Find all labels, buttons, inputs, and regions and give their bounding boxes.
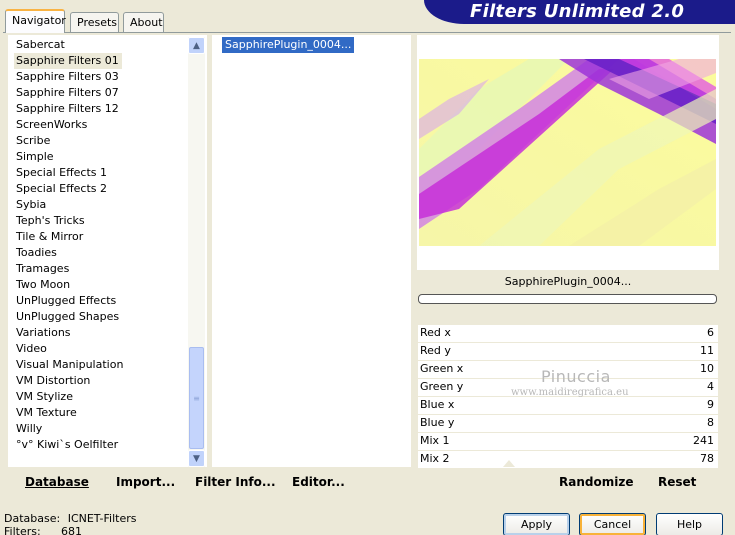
category-item[interactable]: Visual Manipulation	[14, 357, 126, 373]
scroll-up-button[interactable]: ▲	[188, 37, 205, 54]
slider-pointer-icon	[503, 460, 515, 467]
category-item[interactable]: Sapphire Filters 07	[14, 85, 122, 101]
watermark-name: Pinuccia	[541, 367, 611, 386]
preview-image	[419, 59, 716, 246]
import-button-label: Import...	[116, 475, 176, 489]
editor-button-label: Editor...	[292, 475, 345, 489]
category-item[interactable]: Variations	[14, 325, 74, 341]
reset-button[interactable]: Reset	[658, 475, 696, 489]
category-item[interactable]: ScreenWorks	[14, 117, 90, 133]
parameter-label: Mix 1	[420, 434, 450, 447]
category-item[interactable]: Sapphire Filters 12	[14, 101, 122, 117]
apply-button[interactable]: Apply	[503, 513, 570, 535]
category-item[interactable]: Sybia	[14, 197, 49, 213]
parameter-value: 9	[707, 398, 714, 411]
status-database-value: ICNET-Filters	[67, 512, 137, 525]
app-title: Filters Unlimited 2.0	[470, 1, 685, 22]
category-item[interactable]: UnPlugged Effects	[14, 293, 119, 309]
category-item[interactable]: Video	[14, 341, 50, 357]
import-button[interactable]: Import...	[116, 475, 175, 489]
category-item[interactable]: Special Effects 2	[14, 181, 110, 197]
status-database: Database: ICNET-Filters	[4, 512, 136, 525]
help-button-label: Help	[676, 518, 703, 531]
status-filters: Filters: 681	[4, 525, 82, 535]
parameter-value: 8	[707, 416, 714, 429]
category-item[interactable]: Willy	[14, 421, 45, 437]
database-button-label: Database	[25, 475, 89, 489]
category-item[interactable]: Sapphire Filters 01	[14, 53, 122, 69]
filter-list[interactable]	[212, 35, 411, 467]
category-item[interactable]: Teph's Tricks	[14, 213, 88, 229]
parameter-label: Red x	[420, 326, 451, 339]
apply-button-label: Apply	[520, 518, 553, 531]
category-item[interactable]: Scribe	[14, 133, 53, 149]
cancel-button-label: Cancel	[593, 518, 632, 531]
chevron-down-icon: ▼	[193, 453, 200, 464]
category-item[interactable]: VM Stylize	[14, 389, 76, 405]
parameter-label: Green x	[420, 362, 464, 375]
parameter-row[interactable]: Blue x 9	[418, 397, 718, 415]
preview-filter-name: SapphirePlugin_0004...	[504, 275, 632, 288]
tab-presets[interactable]: Presets	[70, 12, 119, 32]
parameter-label: Blue x	[420, 398, 455, 411]
database-button[interactable]: Database	[25, 475, 89, 489]
category-scrollbar[interactable]: ▲ ≡ ▼	[188, 37, 205, 467]
grip-icon: ≡	[193, 393, 200, 403]
category-item[interactable]: °v° Kiwi`s Oelfilter	[14, 437, 121, 453]
help-button[interactable]: Help	[656, 513, 723, 535]
category-item[interactable]: VM Distortion	[14, 373, 93, 389]
parameter-value: 241	[693, 434, 714, 447]
parameter-value: 10	[700, 362, 714, 375]
tab-navigator[interactable]: Navigator	[5, 9, 66, 33]
category-item[interactable]: Toadies	[14, 245, 60, 261]
status-filters-value: 681	[61, 525, 82, 535]
watermark-site: www.maidiregrafica.eu	[511, 387, 629, 398]
parameter-label: Blue y	[420, 416, 455, 429]
category-item[interactable]: UnPlugged Shapes	[14, 309, 122, 325]
category-item[interactable]: Tile & Mirror	[14, 229, 86, 245]
parameter-label: Mix 2	[420, 452, 450, 465]
parameter-row[interactable]: Mix 2 78	[418, 451, 718, 469]
randomize-button-label: Randomize	[559, 475, 634, 489]
tab-about[interactable]: About	[123, 12, 164, 32]
parameter-value: 11	[700, 344, 714, 357]
scroll-down-button[interactable]: ▼	[188, 450, 205, 467]
category-item[interactable]: Two Moon	[14, 277, 73, 293]
status-database-label: Database:	[4, 512, 61, 525]
randomize-button[interactable]: Randomize	[559, 475, 633, 489]
parameter-row[interactable]: Red x 6	[418, 325, 718, 343]
category-item[interactable]: Sabercat	[14, 37, 68, 53]
chevron-up-icon: ▲	[193, 40, 200, 51]
parameter-row[interactable]: Red y 11	[418, 343, 718, 361]
category-item[interactable]: VM Texture	[14, 405, 80, 421]
filter-info-button[interactable]: Filter Info...	[195, 475, 276, 489]
tab-navigator-label: Navigator	[12, 14, 66, 27]
parameter-value: 6	[707, 326, 714, 339]
category-item[interactable]: Simple	[14, 149, 57, 165]
status-filters-label: Filters:	[4, 525, 41, 535]
progress-bar	[418, 294, 717, 304]
parameter-row[interactable]: Blue y 8	[418, 415, 718, 433]
category-item[interactable]: Special Effects 1	[14, 165, 110, 181]
filter-info-button-label: Filter Info...	[195, 475, 276, 489]
parameter-label: Green y	[420, 380, 464, 393]
editor-button[interactable]: Editor...	[292, 475, 345, 489]
tab-about-label: About	[130, 16, 163, 29]
parameter-row[interactable]: Mix 1 241	[418, 433, 718, 451]
category-item[interactable]: Tramages	[14, 261, 72, 277]
tab-strip-line	[3, 32, 731, 33]
tab-presets-label: Presets	[77, 16, 118, 29]
parameter-value: 4	[707, 380, 714, 393]
reset-button-label: Reset	[658, 475, 697, 489]
category-item[interactable]: Sapphire Filters 03	[14, 69, 122, 85]
parameter-value: 78	[700, 452, 714, 465]
scroll-thumb[interactable]: ≡	[189, 347, 204, 449]
parameter-label: Red y	[420, 344, 451, 357]
filter-item-selected[interactable]: SapphirePlugin_0004...	[222, 37, 355, 53]
cancel-button[interactable]: Cancel	[579, 513, 646, 535]
